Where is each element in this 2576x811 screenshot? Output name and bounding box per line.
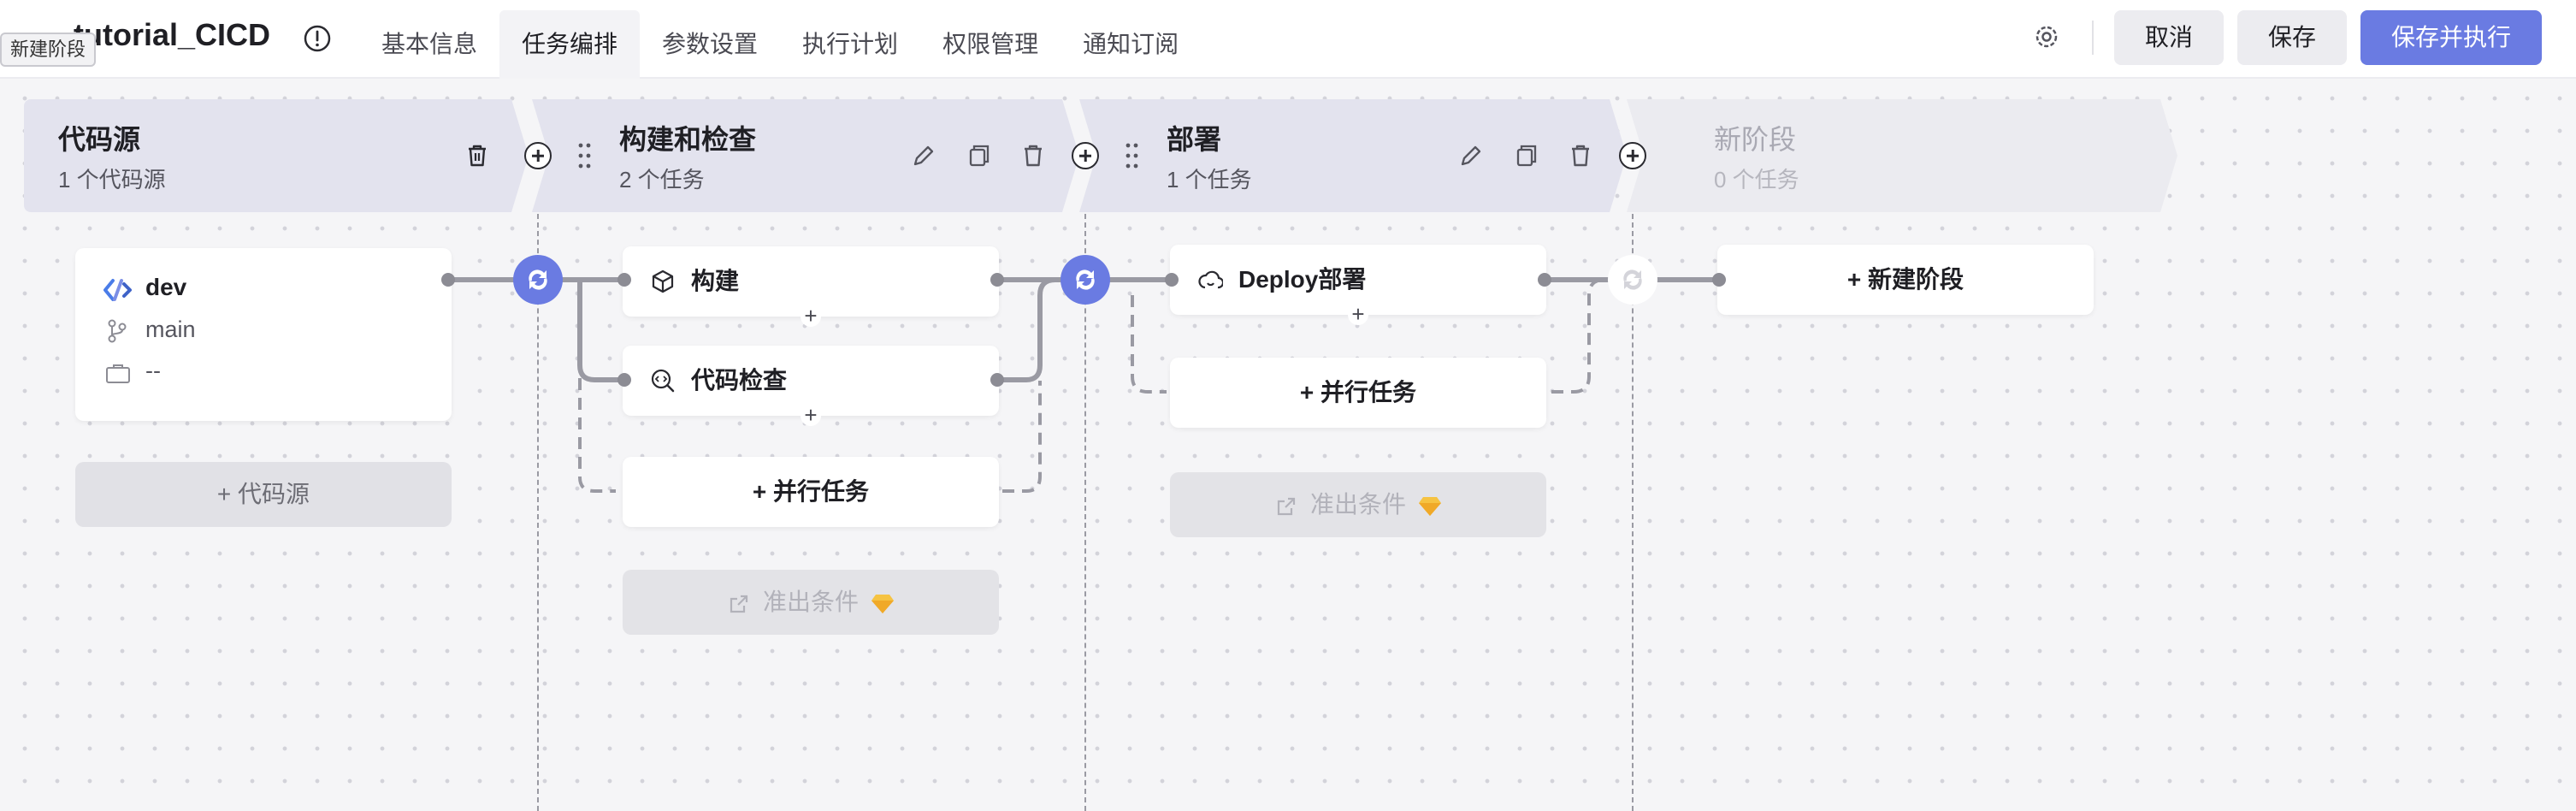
connector-dot: [1165, 273, 1179, 287]
source-card[interactable]: dev main --: [75, 248, 452, 421]
connector-dot: [617, 273, 631, 287]
exit-condition-label: 准出条件: [762, 589, 859, 615]
source-commit: --: [145, 358, 161, 383]
tooltip: 新建阶段: [0, 33, 97, 67]
exit-icon: [730, 595, 748, 613]
add-serial-task-plus-icon[interactable]: +: [801, 404, 821, 426]
commit-icon: [106, 364, 130, 383]
insert-stage-plus-icon[interactable]: [1072, 142, 1099, 169]
codeup-logo-icon: [103, 279, 132, 301]
insert-stage-plus-icon[interactable]: [524, 142, 552, 169]
exit-condition-button: 准出条件: [1170, 472, 1546, 537]
connector-dot: [1712, 273, 1726, 287]
connector-dot: [990, 273, 1004, 287]
sync-icon: [1623, 269, 1642, 290]
connector-dot: [617, 373, 631, 387]
add-parallel-task-button[interactable]: + 并行任务: [1170, 358, 1546, 428]
source-branch: main: [145, 317, 196, 342]
deploy-icon: [1198, 270, 1223, 289]
add-source-button[interactable]: + 代码源: [75, 462, 452, 527]
sync-icon: [529, 269, 547, 290]
new-stage-button[interactable]: + 新建阶段: [1717, 245, 2094, 315]
connector-dot: [990, 373, 1004, 387]
stage-sync-node[interactable]: [513, 255, 563, 305]
code-scan-icon: [651, 369, 675, 393]
stage-sync-node[interactable]: [1608, 255, 1657, 305]
exit-condition-label: 准出条件: [1309, 491, 1406, 518]
sync-icon: [1076, 269, 1095, 290]
task-name: 构建: [691, 268, 740, 294]
insert-stage-plus-icon[interactable]: [1619, 142, 1646, 169]
task-name: Deploy部署: [1238, 266, 1367, 293]
stage-sync-node[interactable]: [1061, 255, 1110, 305]
build-cube-icon: [652, 269, 674, 293]
connector-dot: [441, 273, 455, 287]
exit-condition-button: 准出条件: [623, 570, 999, 635]
diamond-premium-icon: [1418, 496, 1441, 516]
task-name: 代码检查: [691, 367, 788, 394]
add-parallel-task-button[interactable]: + 并行任务: [623, 457, 999, 527]
source-repo-name: dev: [145, 274, 187, 300]
add-serial-task-plus-icon[interactable]: +: [1348, 303, 1368, 325]
diamond-premium-icon: [871, 594, 894, 613]
connector-dot: [1538, 273, 1551, 287]
add-serial-task-plus-icon[interactable]: +: [801, 305, 821, 327]
branch-icon: [108, 319, 127, 343]
exit-icon: [1278, 497, 1296, 515]
